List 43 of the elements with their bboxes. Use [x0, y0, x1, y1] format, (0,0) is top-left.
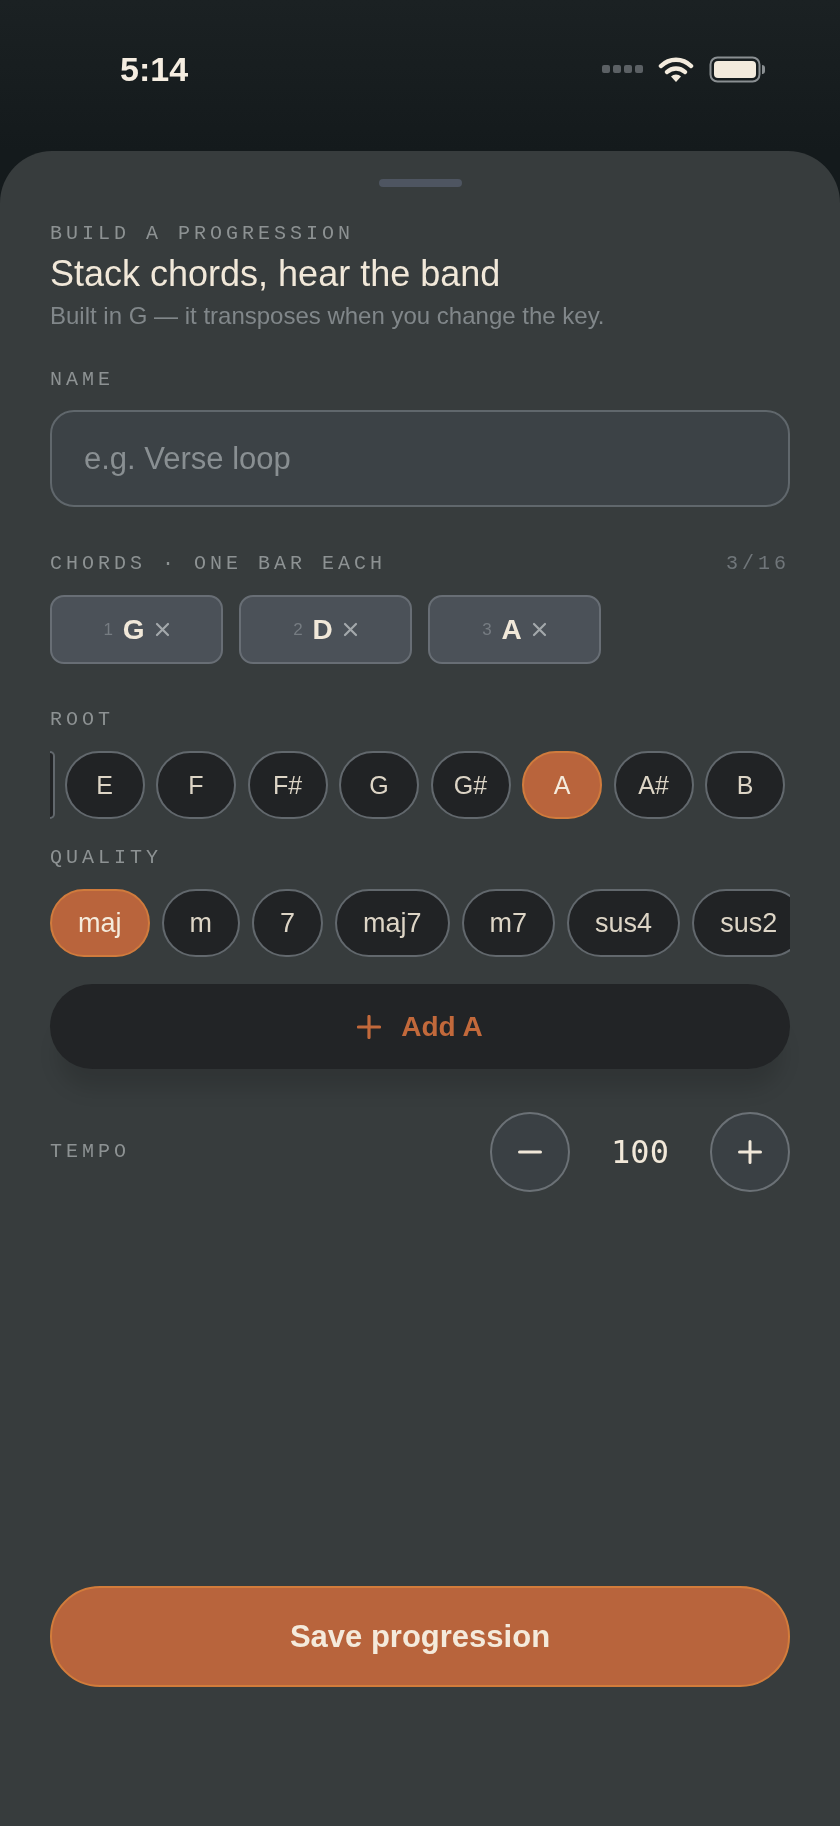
sheet-subtitle: Built in G — it transposes when you change the key. — [50, 302, 606, 330]
root-label: ROOT — [50, 710, 115, 730]
quality-chip[interactable]: m — [161, 889, 240, 957]
root-note-chip[interactable]: A — [522, 751, 602, 819]
signal-dots-icon — [602, 65, 643, 73]
close-icon[interactable] — [531, 622, 547, 637]
close-icon[interactable] — [342, 622, 358, 637]
root-note-chip[interactable]: G# — [430, 751, 511, 819]
battery-icon — [709, 55, 766, 83]
tempo-value: 100 — [610, 1134, 670, 1170]
clipped-chip-edge — [50, 751, 55, 819]
wifi-icon — [658, 55, 694, 83]
name-input-field[interactable]: e.g. Verse loop — [50, 410, 790, 507]
quality-chip[interactable]: maj — [50, 889, 150, 957]
quality-chip[interactable]: sus2 — [692, 889, 790, 957]
root-note-chip[interactable]: E — [64, 751, 145, 819]
tempo-label: TEMPO — [50, 1142, 130, 1162]
root-note-chip[interactable]: G — [339, 751, 419, 819]
quality-chip[interactable]: sus4 — [567, 889, 681, 957]
minus-icon — [518, 1150, 542, 1154]
chord-name: G — [122, 613, 145, 646]
eyebrow-label: BUILD A PROGRESSION — [50, 224, 356, 244]
root-note-chip[interactable]: F — [156, 751, 236, 819]
root-note-chip[interactable]: F# — [247, 751, 328, 819]
root-note-chip[interactable]: A# — [613, 751, 694, 819]
chord-name: D — [312, 613, 333, 646]
status-time: 5:14 — [120, 50, 189, 88]
quality-chip[interactable]: m7 — [461, 889, 556, 957]
add-chord-button[interactable]: Add A — [50, 984, 790, 1069]
sheet-title: Stack chords, hear the band — [50, 254, 502, 294]
quality-chip[interactable]: 7 — [252, 889, 324, 957]
save-progression-button[interactable]: Save progression — [50, 1586, 790, 1687]
root-note-chip[interactable]: B — [705, 751, 785, 819]
drag-handle[interactable] — [378, 179, 462, 187]
quality-label: QUALITY — [50, 848, 163, 868]
plus-icon — [738, 1140, 762, 1164]
close-icon[interactable] — [154, 622, 170, 637]
quality-chip[interactable]: maj7 — [335, 889, 450, 957]
name-label: NAME — [50, 370, 115, 390]
chord-count: 3/16 — [726, 554, 790, 574]
chord-name: A — [501, 613, 522, 646]
plus-icon — [357, 1014, 382, 1039]
chords-label: CHORDS · ONE BAR EACH — [50, 554, 387, 574]
